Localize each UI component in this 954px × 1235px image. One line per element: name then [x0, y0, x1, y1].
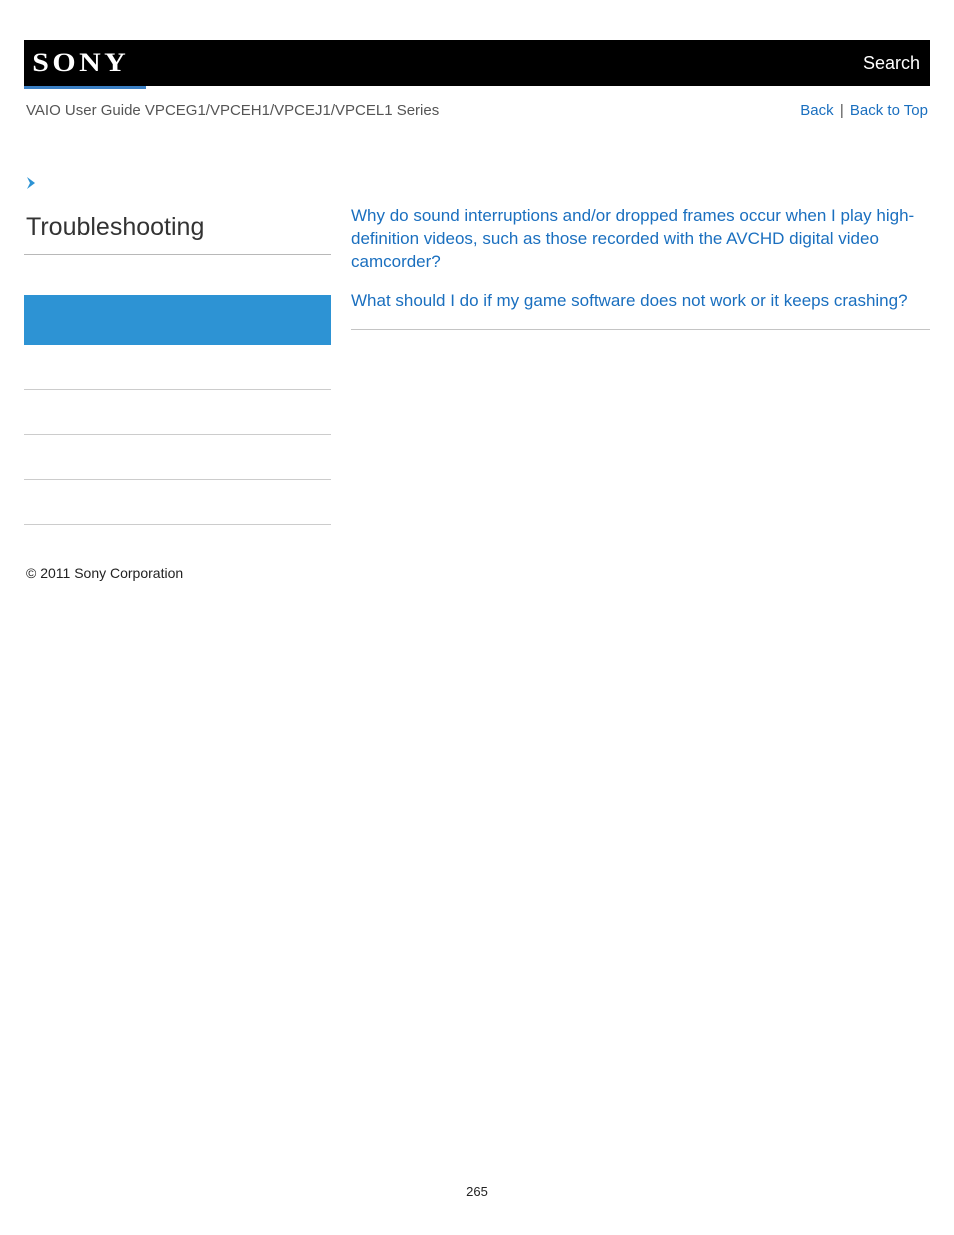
sidebar: Troubleshooting: [24, 205, 331, 525]
sidebar-item[interactable]: [24, 390, 331, 435]
sidebar-item[interactable]: [24, 435, 331, 480]
nav-separator: |: [834, 102, 850, 119]
chevron-right-icon: [26, 175, 930, 191]
search-link[interactable]: Search: [863, 53, 920, 74]
sidebar-item[interactable]: [24, 255, 331, 295]
guide-title: VAIO User Guide VPCEG1/VPCEH1/VPCEJ1/VPC…: [26, 102, 439, 119]
sidebar-item[interactable]: [24, 480, 331, 525]
sidebar-item[interactable]: [24, 345, 331, 390]
back-to-top-link[interactable]: Back to Top: [850, 102, 928, 119]
sony-logo: SONY: [30, 48, 129, 78]
main-content: Why do sound interruptions and/or droppe…: [351, 205, 930, 330]
copyright: © 2011 Sony Corporation: [24, 525, 930, 581]
faq-link-game[interactable]: What should I do if my game software doe…: [351, 290, 930, 313]
content-divider: [351, 329, 930, 330]
top-bar: SONY Search: [24, 40, 930, 86]
sidebar-title: Troubleshooting: [24, 205, 331, 255]
breadcrumb-row: VAIO User Guide VPCEG1/VPCEH1/VPCEJ1/VPC…: [24, 86, 930, 119]
sidebar-item-active[interactable]: [24, 295, 331, 345]
faq-link-video[interactable]: Why do sound interruptions and/or droppe…: [351, 205, 930, 274]
nav-links: Back | Back to Top: [800, 102, 928, 119]
logo-underline: [24, 86, 146, 89]
page-number: 265: [0, 1184, 954, 1199]
back-link[interactable]: Back: [800, 102, 833, 119]
